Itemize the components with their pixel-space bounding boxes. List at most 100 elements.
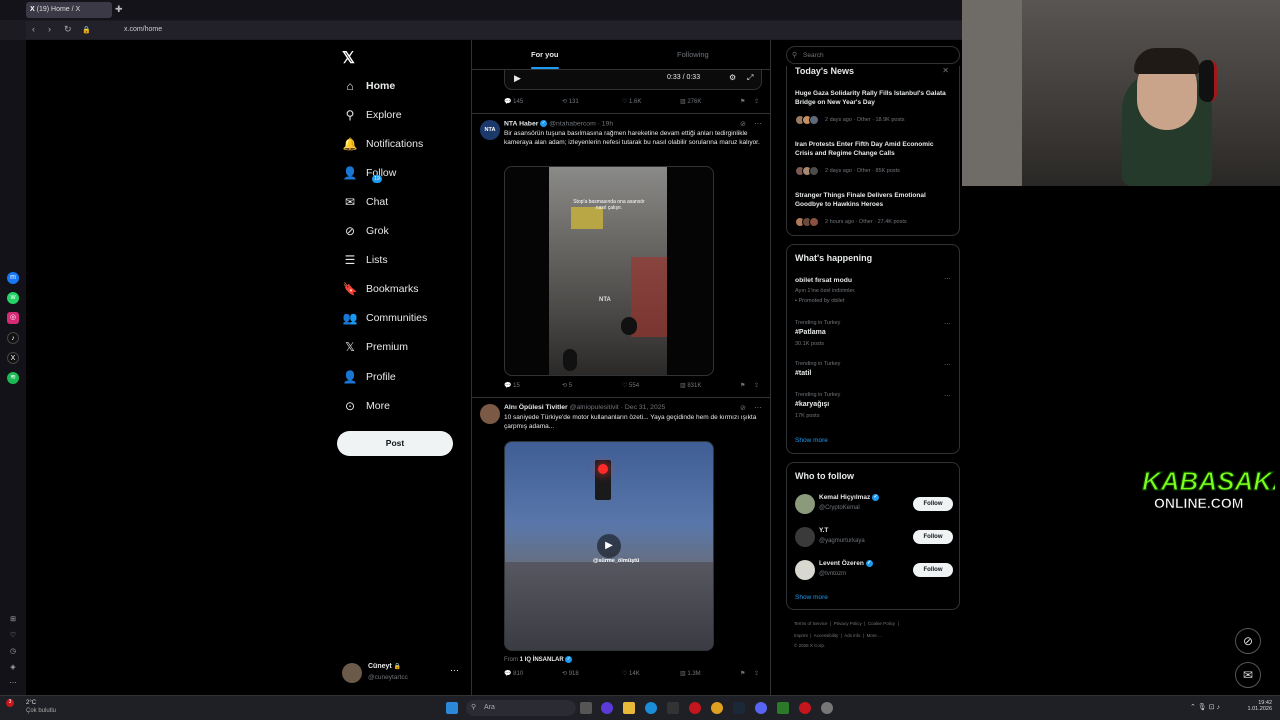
show-more-link[interactable]: Show more <box>795 437 828 444</box>
reply-button[interactable]: 💬 145 <box>504 98 523 105</box>
opera-taskbar-icon[interactable] <box>689 702 701 714</box>
views-button[interactable]: ▥ 1.3M <box>680 670 701 677</box>
tweet-more-icon[interactable]: ⋯ <box>754 119 762 128</box>
nav-item-more[interactable]: ⊙ More <box>342 395 390 417</box>
tweet-time[interactable]: Dec 31, 2025 <box>625 404 665 411</box>
news-item[interactable]: Iran Protests Enter Fifth Day Amid Econo… <box>787 141 959 181</box>
chrome-icon[interactable] <box>711 702 723 714</box>
follow-button[interactable]: Follow <box>913 530 953 544</box>
grok-fab-icon[interactable]: ⊘ <box>1235 628 1261 654</box>
tiktok-icon[interactable]: ♪ <box>7 332 19 344</box>
nav-item-bookmarks[interactable]: 🔖 Bookmarks <box>342 278 419 300</box>
reply-button[interactable]: 💬 15 <box>504 382 520 389</box>
forward-icon[interactable]: › <box>48 24 51 34</box>
play-icon[interactable]: ▶ <box>597 534 621 558</box>
tab-for-you[interactable]: For you <box>531 50 559 59</box>
file-explorer-icon[interactable] <box>623 702 635 714</box>
trend-more-icon[interactable]: ⋯ <box>944 361 951 369</box>
weather-widget[interactable]: 3 <box>6 699 24 717</box>
nav-item-home[interactable]: ⌂ Home <box>342 75 395 97</box>
news-item[interactable]: Huge Gaza Solidarity Rally Fills Istanbu… <box>787 90 959 130</box>
cube-icon[interactable]: ◈ <box>7 662 19 674</box>
tweet[interactable]: NTA NTA Haber ✓ @ntahabercom · 19h ⊘ ⋯ B… <box>472 114 770 394</box>
views-button[interactable]: ▥ 276K <box>680 98 701 105</box>
tweet-time[interactable]: 19h <box>602 120 613 127</box>
follow-suggestion[interactable]: Levent Özeren ✓ @tvntozrn Follow <box>787 557 959 583</box>
back-icon[interactable]: ‹ <box>32 24 35 34</box>
tweet-video[interactable]: Stop'a basmasında ona asansör nasıl çalı… <box>504 166 714 376</box>
settings-icon[interactable]: ⚙ <box>729 73 736 82</box>
clock[interactable]: 19:42 1.01.2026 <box>1244 700 1272 712</box>
tweet-video[interactable]: ▶ @sürme_ölmüştü <box>504 441 714 651</box>
promoted-trend[interactable]: obilet fırsat modu Ayın 1'ine özel indir… <box>787 275 959 309</box>
search-input[interactable]: ⚲ Search <box>786 46 960 64</box>
discord-icon[interactable] <box>755 702 767 714</box>
x-sidebar-icon[interactable]: X <box>7 352 19 364</box>
repost-button[interactable]: ⟲ 5 <box>562 382 572 389</box>
messages-fab-icon[interactable]: ✉ <box>1235 662 1261 688</box>
share-icon[interactable]: ⇪ <box>754 670 759 677</box>
favorites-icon[interactable]: ♡ <box>7 630 19 642</box>
views-button[interactable]: ▥ 831K <box>680 382 701 389</box>
tweet-author[interactable]: NTA Haber <box>504 120 538 127</box>
browser-tab[interactable]: X (19) Home / X <box>26 2 112 18</box>
like-button[interactable]: ♡ 14K <box>622 670 640 677</box>
like-button[interactable]: ♡ 554 <box>622 382 639 389</box>
more-dots-icon[interactable]: ⋯ <box>7 678 19 690</box>
footer-link[interactable]: Privacy Policy <box>834 621 862 626</box>
extensions-icon[interactable]: ⊞ <box>7 614 19 626</box>
nta-avatar[interactable]: NTA <box>480 120 500 140</box>
footer-link[interactable]: Imprint <box>794 633 808 638</box>
reply-button[interactable]: 💬 810 <box>504 670 523 677</box>
settings-icon[interactable] <box>821 702 833 714</box>
close-icon[interactable]: ✕ <box>942 66 949 75</box>
nav-item-grok[interactable]: ⊘ Grok <box>342 220 389 242</box>
copilot-icon[interactable] <box>601 702 613 714</box>
game-icon[interactable] <box>777 702 789 714</box>
repost-button[interactable]: ⟲ 131 <box>562 98 579 105</box>
nav-item-premium[interactable]: 𝕏 Premium <box>342 336 408 358</box>
start-icon[interactable] <box>446 702 458 714</box>
share-icon[interactable]: ⇪ <box>754 382 759 389</box>
bookmark-icon[interactable]: ⚑ <box>740 98 745 105</box>
obs-icon[interactable] <box>799 702 811 714</box>
share-icon[interactable]: ⇪ <box>754 98 759 105</box>
trend-more-icon[interactable]: ⋯ <box>944 275 951 283</box>
follow-button[interactable]: Follow <box>913 563 953 577</box>
fullscreen-icon[interactable]: ⤢ <box>747 73 753 83</box>
tweet-author[interactable]: Alnı Öpülesi Tivitler <box>504 404 568 411</box>
footer-link[interactable]: Ads info <box>844 633 860 638</box>
tweet[interactable]: Alnı Öpülesi Tivitler @alniopulesitivit … <box>472 398 770 688</box>
grok-icon[interactable]: ⊘ <box>740 120 746 128</box>
trend-item[interactable]: Trending in Turkey #Patlama 30.1K posts … <box>787 320 959 350</box>
spotify-icon[interactable]: ≋ <box>7 372 19 384</box>
tab-following[interactable]: Following <box>677 50 709 59</box>
footer-link[interactable]: More ... <box>867 633 882 638</box>
task-view-icon[interactable] <box>580 702 592 714</box>
edge-icon[interactable] <box>645 702 657 714</box>
instagram-icon[interactable]: ◎ <box>7 312 19 324</box>
footer-link[interactable]: Accessibility <box>814 633 839 638</box>
tweet-more-icon[interactable]: ⋯ <box>754 403 762 412</box>
trend-more-icon[interactable]: ⋯ <box>944 392 951 400</box>
nav-item-notifications[interactable]: 🔔 Notifications <box>342 133 424 155</box>
nav-item-follow[interactable]: 👤 Follow <box>342 162 397 184</box>
nav-item-profile[interactable]: 👤 Profile <box>342 366 396 388</box>
nav-item-communities[interactable]: 👥 Communities <box>342 307 428 329</box>
whatsapp-icon[interactable]: w <box>7 292 19 304</box>
taskbar-search[interactable]: ⚲ Ara <box>466 700 576 716</box>
bookmark-icon[interactable]: ⚑ <box>740 382 745 389</box>
tweet-avatar[interactable] <box>480 404 500 424</box>
steam-icon[interactable] <box>733 702 745 714</box>
trend-item[interactable]: Trending in Turkey #karyağışı 17K posts … <box>787 392 959 422</box>
nav-item-lists[interactable]: ☰ Lists <box>342 249 388 271</box>
nav-item-explore[interactable]: ⚲ Explore <box>342 104 402 126</box>
store-icon[interactable] <box>667 702 679 714</box>
new-tab-icon[interactable]: ✚ <box>115 4 123 15</box>
play-icon[interactable]: ▶ <box>514 73 521 84</box>
repost-button[interactable]: ⟲ 918 <box>562 670 579 677</box>
show-more-link[interactable]: Show more <box>795 594 828 601</box>
like-button[interactable]: ♡ 1.6K <box>622 98 641 105</box>
news-item[interactable]: Stranger Things Finale Delivers Emotiona… <box>787 192 959 232</box>
history-icon[interactable]: ◷ <box>7 646 19 658</box>
